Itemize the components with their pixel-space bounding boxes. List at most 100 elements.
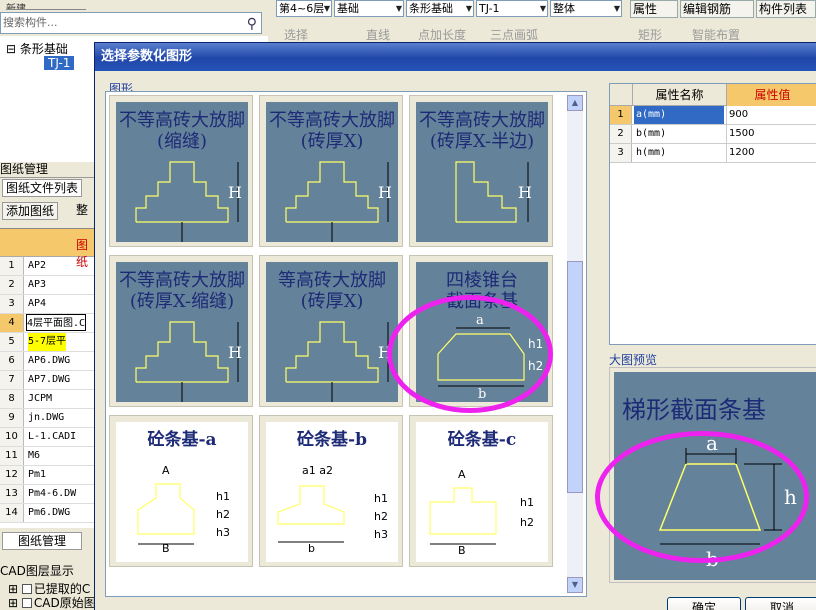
- drawing-name: Pm6.DWG: [28, 507, 71, 518]
- svg-text:h3: h3: [374, 528, 388, 541]
- smart-place-tool[interactable]: 智能布置: [692, 26, 740, 43]
- add-drawing-button[interactable]: 添加图纸: [2, 202, 59, 220]
- cad-layer-item[interactable]: ⊞ CAD原始图: [8, 594, 96, 610]
- point-length-tool[interactable]: 点加长度: [418, 26, 466, 43]
- table-row[interactable]: 4 4层平面图.C: [0, 314, 96, 333]
- tile-concrete-b[interactable]: a1 a2 b h1 h2 h3 砼条基-b: [259, 415, 403, 567]
- type-combo[interactable]: 条形基础: [406, 0, 474, 17]
- row-number: 6: [0, 352, 24, 370]
- property-value[interactable]: 1200: [726, 144, 816, 162]
- drawing-name: 5-7层平: [28, 333, 67, 351]
- tidy-button[interactable]: 整: [76, 202, 88, 220]
- svg-text:h1: h1: [374, 492, 388, 505]
- table-row[interactable]: 8 JCPM: [0, 390, 96, 409]
- row-number: 2: [0, 276, 24, 294]
- panel-title: 图纸管理: [0, 162, 96, 178]
- table-row[interactable]: 6 AP6.DWG: [0, 352, 96, 371]
- drawing-name: Pm4-6.DW: [28, 488, 77, 499]
- table-row[interactable]: 5 5-7层平: [0, 333, 96, 352]
- scope-combo[interactable]: 整体: [550, 0, 622, 17]
- tile-equal-brick-footing[interactable]: H 等高砖大放脚 (砖厚X): [259, 255, 403, 407]
- drawing-name: M6: [28, 450, 41, 461]
- row-number: 5: [0, 333, 24, 351]
- svg-text:A: A: [162, 464, 170, 477]
- scroll-thumb[interactable]: [567, 261, 583, 493]
- search-placeholder: 搜索构件...: [3, 16, 58, 29]
- row-number: 4: [0, 314, 24, 332]
- preview-label: 大图预览: [609, 353, 658, 367]
- tile-concrete-c[interactable]: A Bh1 h2 砼条基-c: [409, 415, 553, 567]
- scroll-up-button[interactable]: ▲: [567, 95, 583, 111]
- row-number: 11: [0, 447, 24, 465]
- tile-concrete-a[interactable]: A Bh1 h2 h3 砼条基-a: [109, 415, 253, 567]
- edit-rebar-button[interactable]: 编辑钢筋: [680, 0, 754, 18]
- properties-header: 属性名称 属性值: [610, 84, 816, 106]
- drawing-table: 图纸 1 AP2 2 AP3 3 AP4 4 4层平面图.C 5 5-7层平 6 AP6.DWG 7 AP…: [0, 228, 96, 528]
- property-name: a(mm): [634, 106, 724, 124]
- row-number: 10: [0, 428, 24, 446]
- rect-tool[interactable]: 矩形: [638, 26, 662, 43]
- table-row[interactable]: 1 AP2: [0, 257, 96, 276]
- component-list-button[interactable]: 构件列表: [756, 0, 816, 18]
- tile-caption: 不等高砖大放脚 (砖厚X-缩缝): [119, 270, 245, 312]
- table-row[interactable]: 2 AP3: [0, 276, 96, 295]
- search-input[interactable]: 搜索构件... ⚲: [0, 12, 262, 34]
- table-header: 图纸: [0, 229, 96, 269]
- floor-combo[interactable]: 第4~6层: [276, 0, 332, 17]
- drawing-name: AP4: [28, 298, 47, 309]
- category-combo[interactable]: 基础: [334, 0, 404, 17]
- tile-image: H 不等高砖大放脚 (缩缝): [116, 102, 248, 242]
- tree-node-selected[interactable]: TJ-1: [44, 56, 75, 70]
- property-value[interactable]: 1500: [726, 125, 816, 143]
- drawing-name: Pm1: [28, 469, 47, 480]
- element-combo[interactable]: TJ-1: [476, 0, 548, 17]
- svg-text:h3: h3: [216, 526, 230, 539]
- property-name: h(mm): [636, 147, 667, 158]
- drawing-name: AP7.DWG: [28, 374, 71, 385]
- bottom-tab-drawings[interactable]: 图纸管理: [2, 532, 82, 550]
- tile-caption: 不等高砖大放脚 (砖厚X-半边): [419, 110, 545, 152]
- properties-button[interactable]: 属性: [630, 0, 678, 18]
- draw-toolbar: 选择 直线 点加长度 三点画弧 矩形 智能布置: [268, 22, 816, 44]
- preview-title: 梯形截面条基: [622, 396, 766, 424]
- tile-image: a1 a2 b h1 h2 h3 砼条基-b: [266, 422, 398, 562]
- table-row[interactable]: 14 Pm6.DWG: [0, 504, 96, 523]
- new-label[interactable]: 新建: [6, 0, 86, 10]
- drawing-name: 4层平面图.C: [26, 314, 87, 331]
- search-icon[interactable]: ⚲: [247, 14, 257, 34]
- row-number: 8: [0, 390, 24, 408]
- tile-image: A Bh1 h2 砼条基-c: [416, 422, 548, 562]
- property-row[interactable]: 1 a(mm) 900: [610, 106, 816, 125]
- cancel-button[interactable]: 取消: [745, 597, 816, 610]
- line-tool[interactable]: 直线: [366, 26, 390, 43]
- property-value[interactable]: 900: [726, 106, 816, 124]
- property-name: b(mm): [636, 128, 667, 139]
- table-row[interactable]: 9 jn.DWG: [0, 409, 96, 428]
- table-row[interactable]: 12 Pm1: [0, 466, 96, 485]
- svg-text:h1: h1: [520, 496, 534, 509]
- properties-table: 属性名称 属性值 1 a(mm) 900 2 b(mm) 1500 3 h(mm) 1200: [609, 83, 816, 345]
- table-row[interactable]: 11 M6: [0, 447, 96, 466]
- property-row[interactable]: 2 b(mm) 1500: [610, 125, 816, 144]
- property-row[interactable]: 3 h(mm) 1200: [610, 144, 816, 163]
- tile-brick-footing-half[interactable]: H 不等高砖大放脚 (砖厚X-半边): [409, 95, 553, 247]
- cad-layer-title: CAD图层显示: [0, 564, 74, 578]
- tree-node-parent[interactable]: ⊟ 条形基础: [6, 40, 68, 57]
- tab-drawing-list[interactable]: 图纸文件列表: [2, 179, 83, 197]
- drawing-manager-panel: 图纸管理 图纸文件列表 添加图纸 整 图纸 1 AP2 2 AP3 3 AP4 4 4层平面图…: [0, 162, 96, 610]
- row-number: 7: [0, 371, 24, 389]
- tile-image: H 等高砖大放脚 (砖厚X): [266, 262, 398, 402]
- row-index: 2: [610, 125, 632, 143]
- table-row[interactable]: 3 AP4: [0, 295, 96, 314]
- table-row[interactable]: 13 Pm4-6.DW: [0, 485, 96, 504]
- select-tool[interactable]: 选择: [284, 26, 308, 43]
- three-point-arc-tool[interactable]: 三点画弧: [490, 26, 538, 43]
- tile-brick-footing-gap[interactable]: H 不等高砖大放脚 (缩缝): [109, 95, 253, 247]
- scroll-down-button[interactable]: ▼: [567, 577, 583, 593]
- tile-brick-footing-x-gap[interactable]: H 不等高砖大放脚 (砖厚X-缩缝): [109, 255, 253, 407]
- tile-brick-footing-x[interactable]: H 不等高砖大放脚 (砖厚X): [259, 95, 403, 247]
- table-row[interactable]: 7 AP7.DWG: [0, 371, 96, 390]
- grid-scrollbar[interactable]: ▲ ▼: [567, 95, 583, 593]
- ok-button[interactable]: 确定: [667, 597, 741, 610]
- table-row[interactable]: 10 L-1.CADI: [0, 428, 96, 447]
